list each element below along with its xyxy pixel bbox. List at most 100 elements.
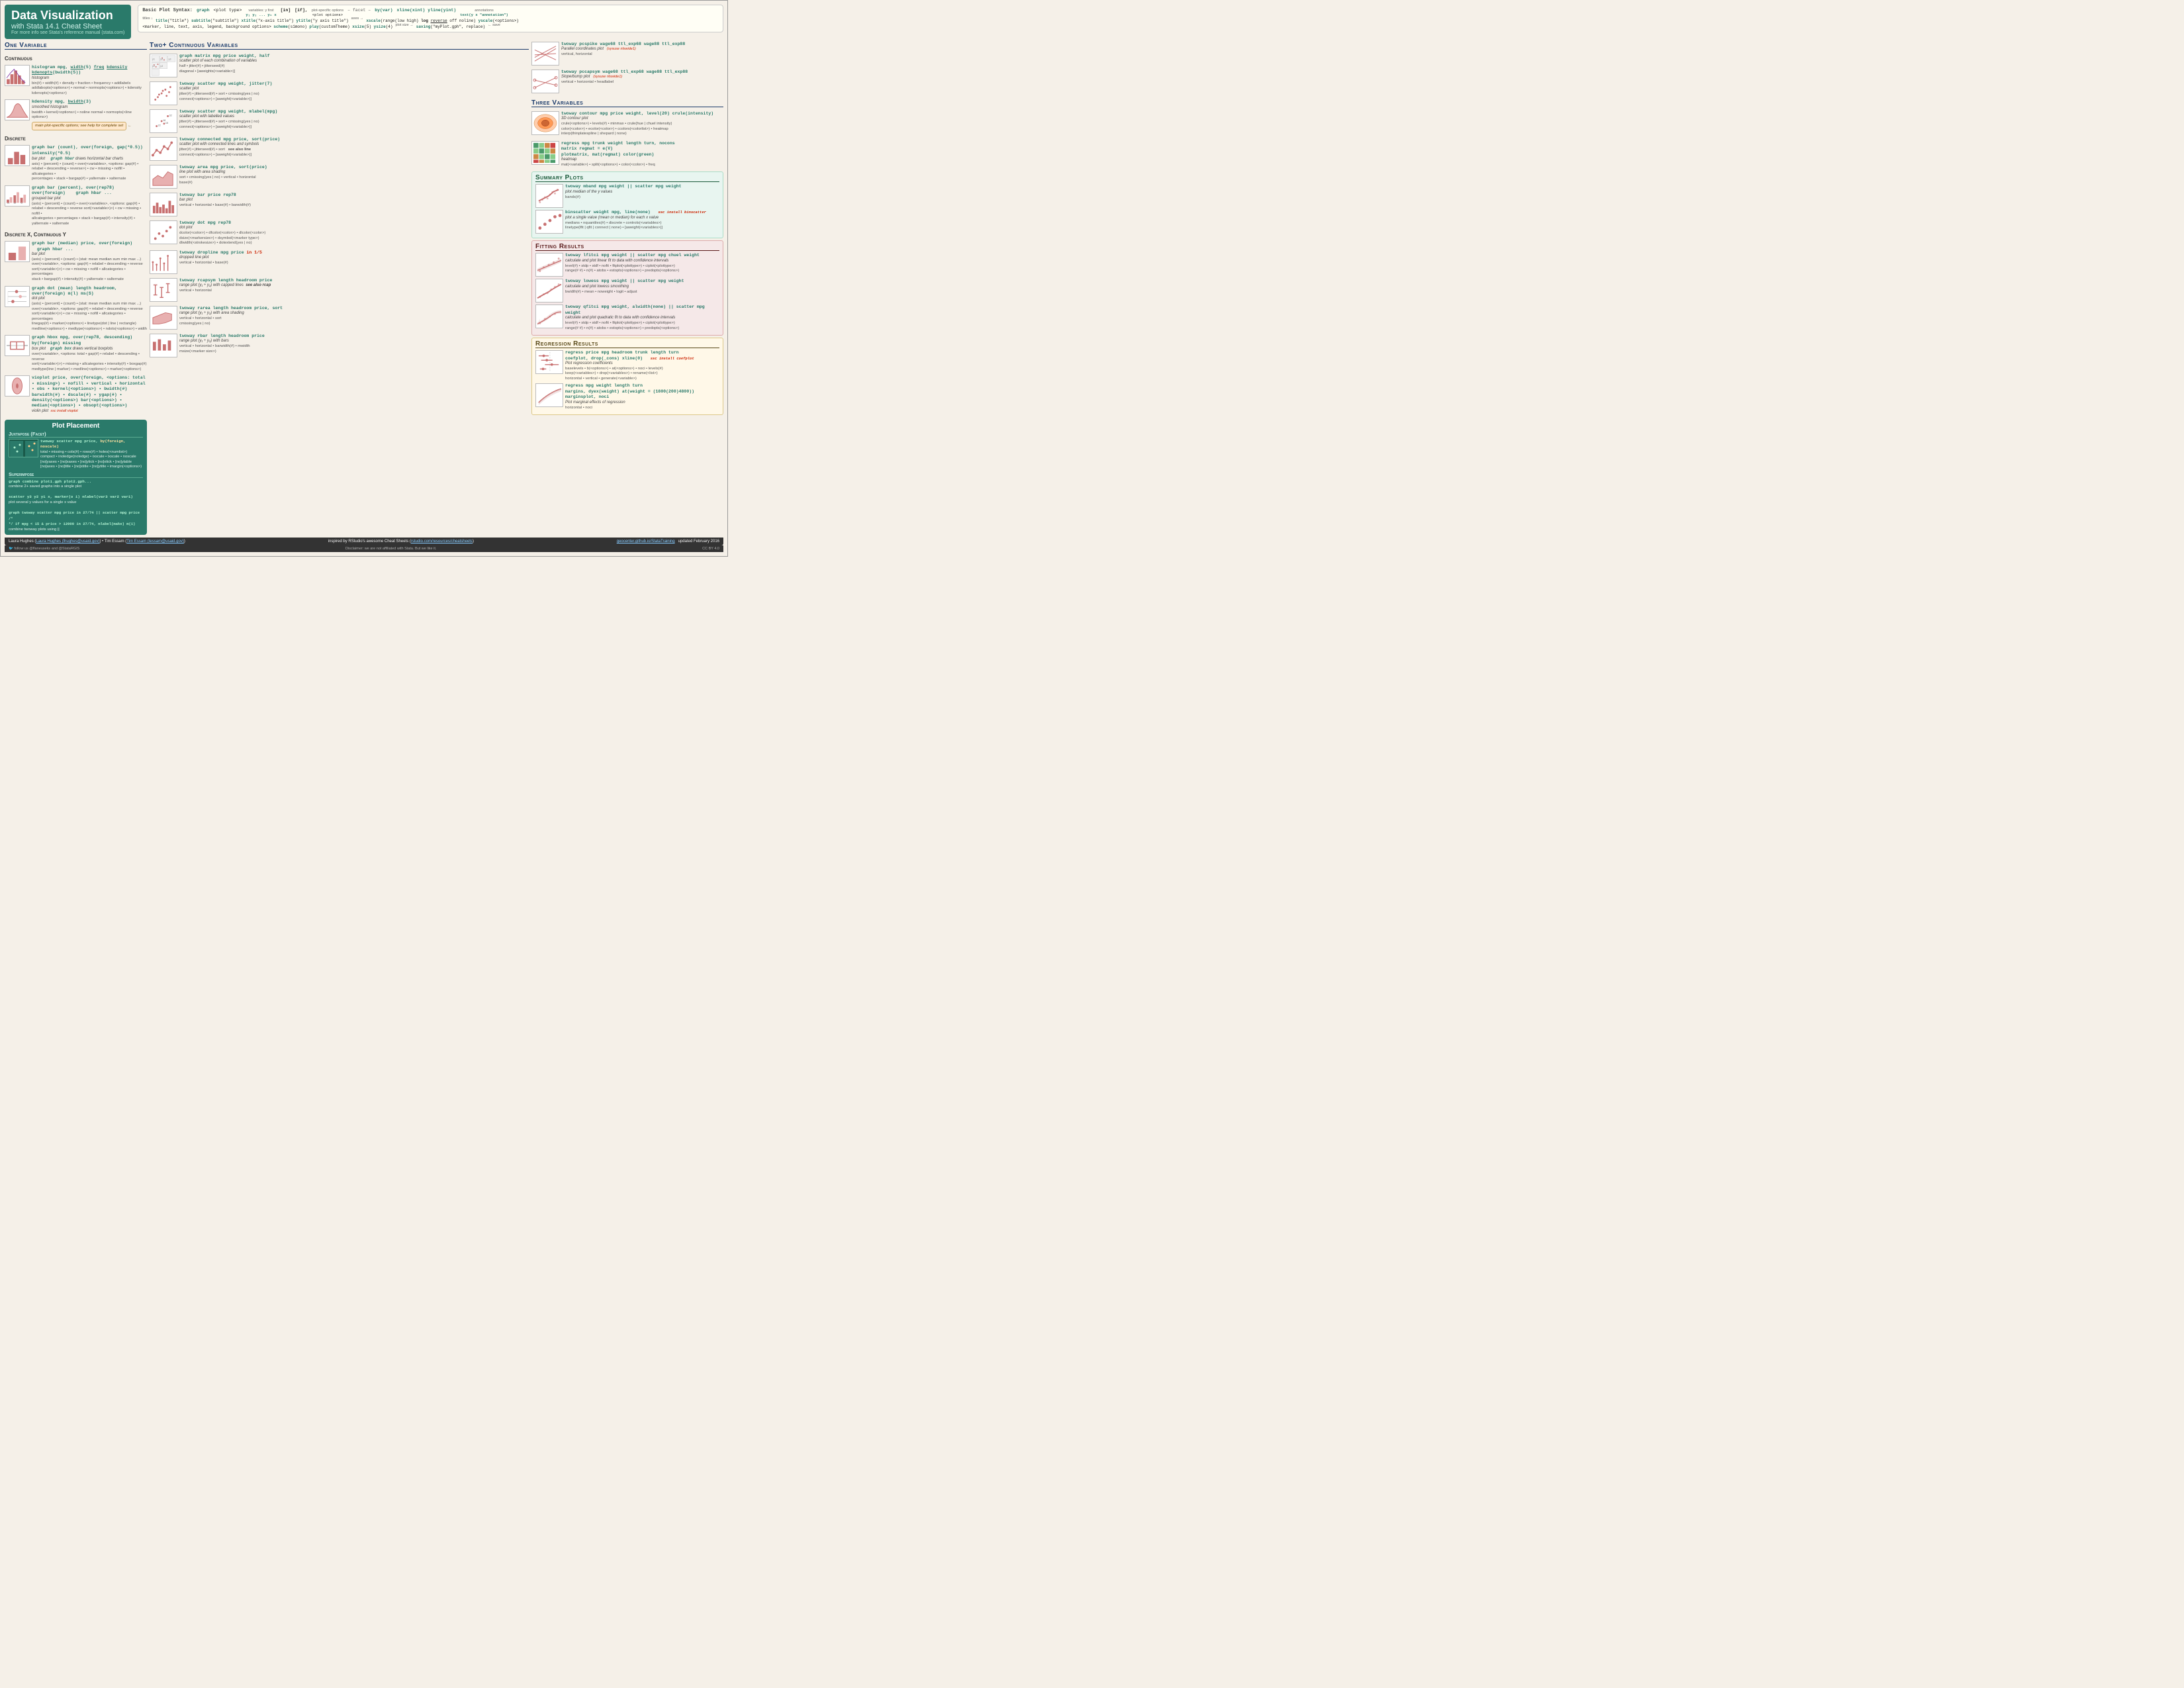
histogram-item: histogram mpg, width(5) freq kdensity kd… <box>5 65 147 96</box>
twoway-bar-code: twoway bar price rep78 <box>179 193 529 198</box>
graphmatrix-svg: y1 y2 y3 y2 y3 <box>150 54 177 77</box>
kdensity-name: smoothed histogram <box>32 105 147 111</box>
rbar-svg <box>150 334 177 357</box>
rbar-options: vertical • horizontal • barwidth(#) • mw… <box>179 344 529 354</box>
juxtapose-thumb <box>9 439 38 457</box>
syntax-if: [if], <box>295 8 308 13</box>
one-variable-header: One Variable <box>5 42 147 50</box>
lfitci-desc: twoway lfitci mpg weight || scatter mpg … <box>565 253 719 277</box>
scatter-mlabel-thumb: 22 18 32 15 <box>150 109 177 133</box>
twoway-dot-desc: twoway dot mpg rep78 dot plot dcolor(<co… <box>179 220 529 246</box>
juxtapose-desc: twoway scatter mpg price, by(foreign, no… <box>40 439 143 470</box>
regression-box: Regression Results <box>531 338 723 415</box>
fitting-box: Fitting Results <box>531 240 723 336</box>
graphmatrix-desc: graph matrix mpg price weight, half scat… <box>179 54 529 77</box>
scatter-mlabel-item: 22 18 32 15 twoway scatter mpg weight, m… <box>150 109 529 133</box>
vioplot-code: vioplot price, over(foreign, <options: t… <box>32 375 147 409</box>
pccapsym-code: twoway pccapsym wage68 ttl_exp68 wage88 … <box>561 70 723 75</box>
contour-options: crule(<options>) • levels(#) • minmax • … <box>561 122 723 137</box>
marginsplot-options: horizontal • noci <box>565 406 719 411</box>
plot-placement-box: Plot Placement Juxtapose (Facet) <box>5 420 147 536</box>
author1-label: Laura Hughes (Laura Hughes (lhughes@usai… <box>9 539 185 543</box>
rbar-thumb <box>150 334 177 357</box>
graphdot-item: graph dot (mean) length headroom, over(f… <box>5 286 147 332</box>
area-code: twoway area mpg price, sort(price) <box>179 165 529 170</box>
graphbar-median-svg <box>5 242 29 261</box>
lowess-name: calculate and plot lowess smoothing <box>565 285 719 290</box>
author2-email[interactable]: Tim Essam (tessam@usaid.gov) <box>126 539 184 543</box>
binscatter-thumb <box>535 210 563 234</box>
graphbar-median-name: bar plot <box>32 252 147 258</box>
mband-thumb <box>535 184 563 208</box>
footer-bottom: 🐦 follow us @flaneuseks and @StataRGIS D… <box>5 545 723 552</box>
pcspike-desc: twoway pcspike wage68 ttl_exp68 wage88 t… <box>561 42 723 66</box>
scatter-jitter-code: twoway scatter mpg weight, jitter(7) <box>179 81 529 87</box>
histogram-thumb <box>5 65 30 86</box>
twitter-text: 🐦 follow us @flaneuseks and @StataRGIS <box>9 547 79 551</box>
note-bubble: main plot-specific options; see help for… <box>32 122 126 131</box>
histogram-options: bin(#) • width(#) • density • fraction •… <box>32 81 147 97</box>
kdensity-options: bwidth • kernel(<options>) • noline norm… <box>32 111 147 120</box>
graphdot-code: graph dot (mean) length headroom, over(f… <box>32 286 147 297</box>
scatter-jitter-name: scatter plot <box>179 87 529 92</box>
plotmatrix-svg <box>532 142 559 164</box>
area-desc: twoway area mpg price, sort(price) line … <box>179 165 529 189</box>
graphbar2-options: (axis) • (percent) • (count) • over(<var… <box>32 202 147 227</box>
pcspike-code: twoway pcspike wage68 ttl_exp68 wage88 t… <box>561 42 723 47</box>
graphhbox-name: box plot graph box draws vertical boxplo… <box>32 346 147 352</box>
vioplot-thumb <box>5 375 30 397</box>
histogram-svg <box>5 66 29 85</box>
graphbar-code: graph bar (count), over(foreign, gap(*0.… <box>32 145 147 156</box>
marginsplot-desc: regress mpg weight length turn margins, … <box>565 383 719 410</box>
dropline-name: dropped line plot <box>179 256 529 261</box>
svg-text:y2: y2 <box>160 58 163 61</box>
pccapsym-desc: twoway pccapsym wage68 ttl_exp68 wage88 … <box>561 70 723 93</box>
header: Data Visualization with Stata 14.1 Cheat… <box>5 5 723 39</box>
graphmatrix-thumb: y1 y2 y3 y2 y3 <box>150 54 177 77</box>
margins-code: margins, dyex(weight) at(weight = (1800(… <box>565 389 719 395</box>
connected-item: twoway connected mpg price, sort(price) … <box>150 137 529 161</box>
histogram-name: histogram <box>32 76 147 81</box>
graphdot-options: (axis) • (percent) • (count) • (stat: me… <box>32 302 147 332</box>
plotmatrix-options: mat(<variable>) • split(<options>) • col… <box>561 163 723 168</box>
footer: Laura Hughes (Laura Hughes (lhughes@usai… <box>5 538 723 545</box>
qfitci-name: calculate and plot quadratic fit to data… <box>565 316 719 321</box>
dropline-desc: twoway dropline mpg price in 1/5 dropped… <box>179 250 529 274</box>
marginsplot-svg <box>536 384 563 406</box>
graphdot-svg <box>5 287 29 306</box>
title-block: Data Visualization with Stata 14.1 Cheat… <box>5 5 131 39</box>
graphbar2-name: grouped bar plot <box>32 197 147 202</box>
syntax-plotopts-group: plot-specific options <plot options> <box>312 9 343 17</box>
kdensity-desc: kdensity mpg, bwidth(3) smoothed histogr… <box>32 99 147 130</box>
geocenter-link[interactable]: geocenter.github.io/StataTraining <box>617 539 675 543</box>
two-continuous-header: Two+ Continuous Variables <box>150 42 529 50</box>
footer-center: inspired by RStudio's awesome Cheat Shee… <box>328 539 474 543</box>
contour-thumb <box>531 111 559 135</box>
twoway-bar-desc: twoway bar price rep78 bar plot vertical… <box>179 193 529 216</box>
mband-name: plot median of the y values <box>565 190 719 195</box>
svg-text:15: 15 <box>165 122 168 124</box>
inspired-text: inspired by RStudio's awesome Cheat Shee… <box>328 539 474 543</box>
lowess-desc: twoway lowess mpg weight || scatter mpg … <box>565 279 719 303</box>
twoway-bar-item: twoway bar price rep78 bar plot vertical… <box>150 193 529 216</box>
histogram-code: histogram mpg, width(5) freq kdensity kd… <box>32 65 147 76</box>
lfitci-item: twoway lfitci mpg weight || scatter mpg … <box>535 253 719 277</box>
binscatter-code: binscatter weight mpg, line(none) ssc in… <box>565 210 719 215</box>
graphdot-name: dot plot <box>32 297 147 302</box>
svg-text:y2: y2 <box>152 65 155 68</box>
svg-text:22: 22 <box>158 124 161 127</box>
dropline-code: twoway dropline mpg price in 1/5 <box>179 250 529 256</box>
author1-email[interactable]: Laura Hughes (lhughes@usaid.gov) <box>36 539 99 543</box>
graphmatrix-options: half • jitter(#) • jitterseed(#)diagonal… <box>179 64 529 74</box>
plotmatrix-desc: regress mpg trunk weight length turn, no… <box>561 141 723 168</box>
rcapsym-thumb <box>150 278 177 302</box>
license-text: CC BY 4.0 <box>702 547 719 551</box>
area-item: twoway area mpg price, sort(price) line … <box>150 165 529 189</box>
pccapsym-item: twoway pccapsym wage68 ttl_exp68 wage88 … <box>531 70 723 93</box>
graphhbox-code: graph hbox mpg, over(rep78, descending) … <box>32 335 147 346</box>
dropline-thumb <box>150 250 177 274</box>
rarea-svg <box>150 306 177 329</box>
matrix-code: matrix regmat = e(V) <box>561 146 723 152</box>
scatter-jitter-thumb <box>150 81 177 105</box>
summary-box: Summary Plots <box>531 171 723 238</box>
